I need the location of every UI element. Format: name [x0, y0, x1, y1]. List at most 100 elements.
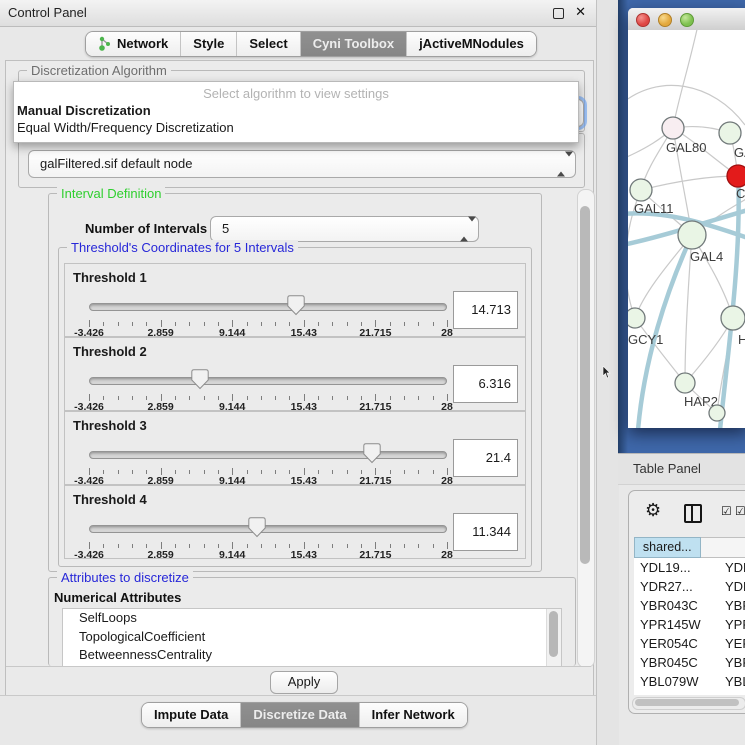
- table-header-row: shared... n...: [634, 537, 745, 558]
- tab-jactivemnodules[interactable]: jActiveMNodules: [407, 32, 536, 56]
- network-window-titlebar[interactable]: [628, 8, 745, 31]
- slider-tick: [232, 468, 233, 475]
- table-header-shared[interactable]: shared...: [634, 537, 701, 558]
- number-of-intervals-combobox[interactable]: 5: [210, 216, 479, 242]
- table-cell-name[interactable]: YBR0...: [721, 653, 745, 672]
- close-traffic-light-icon[interactable]: [636, 13, 650, 27]
- slider-tick: [146, 396, 147, 400]
- slider-track[interactable]: [89, 377, 447, 385]
- network-edge[interactable]: [628, 85, 745, 125]
- slider-handle[interactable]: [363, 443, 381, 464]
- cyni-mode-tabs: Impute Data Discretize Data Infer Networ…: [141, 702, 468, 728]
- slider-tick: [390, 396, 391, 400]
- network-node[interactable]: [678, 221, 706, 249]
- list-scrollbar-thumb[interactable]: [549, 611, 558, 657]
- table-cell-shared[interactable]: YDR27...: [634, 577, 721, 596]
- table-cell-shared[interactable]: YPR145W: [634, 615, 721, 634]
- network-node[interactable]: [630, 179, 652, 201]
- table-cell-shared[interactable]: YDL19...: [634, 558, 721, 577]
- apply-button[interactable]: Apply: [270, 671, 338, 694]
- table-cell-shared[interactable]: YLR345W: [634, 691, 721, 695]
- network-canvas[interactable]: GAL80GACGAL11GAL4GCY1HHAP2: [628, 30, 745, 428]
- table-cell-name[interactable]: YDL1...: [721, 558, 745, 577]
- slider-track[interactable]: [89, 303, 447, 311]
- checkbox-icon[interactable]: ☑: [721, 504, 732, 518]
- panel-scrollbar-thumb[interactable]: [580, 206, 590, 564]
- tab-discretize-data[interactable]: Discretize Data: [241, 703, 359, 727]
- table-cell-shared[interactable]: YER054C: [634, 634, 721, 653]
- slider-handle[interactable]: [287, 295, 305, 316]
- slider-tick: [347, 322, 348, 326]
- panel-scrollbar[interactable]: [577, 189, 595, 668]
- tab-select[interactable]: Select: [237, 32, 300, 56]
- split-columns-icon[interactable]: [684, 504, 702, 523]
- table-row[interactable]: YPR145WYPR1...: [634, 615, 745, 634]
- slider-handle[interactable]: [191, 369, 209, 390]
- network-node[interactable]: [709, 405, 725, 421]
- tab-network[interactable]: Network: [86, 32, 181, 56]
- slider-tick: [232, 394, 233, 401]
- float-window-icon[interactable]: [553, 8, 564, 19]
- network-node[interactable]: [675, 373, 695, 393]
- numerical-attribute-item[interactable]: SelfLoops: [63, 609, 561, 628]
- table-cell-name[interactable]: YBR0...: [721, 596, 745, 615]
- slider-tick: [232, 320, 233, 327]
- table-row[interactable]: YLR345WYLR3...: [634, 691, 745, 695]
- network-edge[interactable]: [641, 176, 738, 190]
- slider-track[interactable]: [89, 525, 447, 533]
- tab-cyni-toolbox[interactable]: Cyni Toolbox: [301, 32, 407, 56]
- table-cell-name[interactable]: YBL0...: [721, 672, 745, 691]
- checkbox-icon[interactable]: ☑: [735, 504, 745, 518]
- table-scrollbar-thumb[interactable]: [635, 699, 739, 706]
- threshold-3-value-field[interactable]: 21.4: [453, 439, 518, 477]
- slider-tick: [289, 322, 290, 326]
- network-node[interactable]: [721, 306, 745, 330]
- network-node[interactable]: [662, 117, 684, 139]
- table-row[interactable]: YBL079WYBL0...: [634, 672, 745, 691]
- table-row[interactable]: YDL19...YDL1...: [634, 558, 745, 577]
- table-header-name[interactable]: n...: [701, 537, 745, 558]
- table-cell-name[interactable]: YER0...: [721, 634, 745, 653]
- list-scrollbar[interactable]: [546, 609, 561, 666]
- slider-tick-label: -3.426: [74, 549, 104, 561]
- close-icon[interactable]: ✕: [575, 4, 586, 20]
- slider-track[interactable]: [89, 451, 447, 459]
- table-row[interactable]: YER054CYER0...: [634, 634, 745, 653]
- table-cell-name[interactable]: YDR2...: [721, 577, 745, 596]
- slider-tick: [204, 396, 205, 400]
- network-node[interactable]: [628, 308, 645, 328]
- table-row[interactable]: YBR045CYBR0...: [634, 653, 745, 672]
- threshold-1-value-field[interactable]: 14.713: [453, 291, 518, 329]
- table-data-combobox[interactable]: galFiltered.sif default node: [28, 150, 576, 178]
- gear-icon[interactable]: ⚙: [645, 500, 661, 521]
- table-cell-shared[interactable]: YBR045C: [634, 653, 721, 672]
- network-edge[interactable]: [635, 318, 685, 383]
- table-cell-shared[interactable]: YBR043C: [634, 596, 721, 615]
- minimize-traffic-light-icon[interactable]: [658, 13, 672, 27]
- network-node-label: GCY1: [628, 332, 663, 347]
- tab-infer-network[interactable]: Infer Network: [360, 703, 467, 727]
- algorithm-option-equal-width[interactable]: Equal Width/Frequency Discretization: [14, 120, 578, 137]
- numerical-attribute-item[interactable]: BetweennessCentrality: [63, 646, 561, 665]
- table-horizontal-scrollbar[interactable]: [632, 697, 745, 710]
- table-cell-shared[interactable]: YBL079W: [634, 672, 721, 691]
- slider-tick-labels: -3.4262.8599.14415.4321.71528: [89, 549, 447, 560]
- numerical-attribute-item[interactable]: TopologicalCoefficient: [63, 628, 561, 647]
- slider-tick: [218, 396, 219, 400]
- tab-impute-data[interactable]: Impute Data: [142, 703, 241, 727]
- zoom-traffic-light-icon[interactable]: [680, 13, 694, 27]
- network-node[interactable]: [719, 122, 741, 144]
- threshold-2-value-field[interactable]: 6.316: [453, 365, 518, 403]
- slider-tick: [433, 470, 434, 474]
- table-row[interactable]: YDR27...YDR2...: [634, 577, 745, 596]
- table-row[interactable]: YBR043CYBR0...: [634, 596, 745, 615]
- table-cell-name[interactable]: YLR3...: [721, 691, 745, 695]
- table-cell-name[interactable]: YPR1...: [721, 615, 745, 634]
- threshold-4-value-field[interactable]: 11.344: [453, 513, 518, 551]
- slider-handle[interactable]: [248, 517, 266, 538]
- network-edge[interactable]: [673, 30, 698, 128]
- network-node[interactable]: [727, 165, 745, 187]
- slider-tick: [261, 322, 262, 326]
- algorithm-option-manual[interactable]: Manual Discretization: [14, 103, 578, 120]
- tab-style[interactable]: Style: [181, 32, 237, 56]
